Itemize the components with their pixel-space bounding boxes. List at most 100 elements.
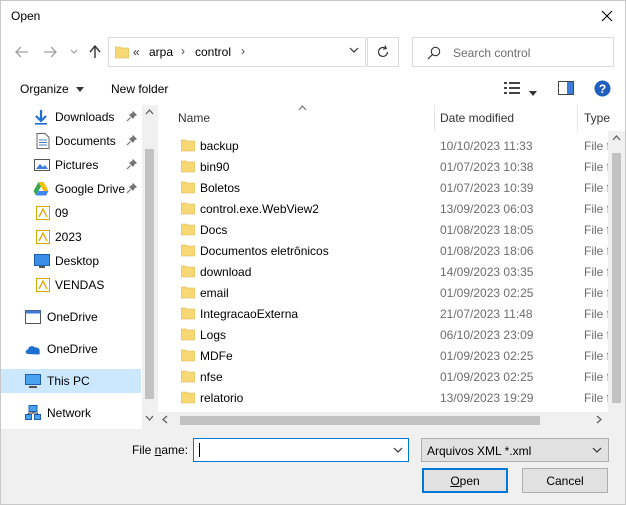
sidebar-item-documents[interactable]: Documents: [1, 129, 141, 153]
pin-icon[interactable]: [126, 134, 138, 146]
pin-icon[interactable]: [126, 182, 138, 194]
file-date-modified: 01/08/2023 18:05: [440, 223, 534, 237]
file-name-label: File name:: [132, 443, 189, 457]
sidebar-item-onedrive[interactable]: OneDrive: [1, 305, 141, 329]
sidebar-item-this-pc[interactable]: This PC: [1, 369, 141, 393]
table-row[interactable]: download 14/09/2023 03:35 File f: [158, 261, 608, 282]
column-date-modified[interactable]: Date modified: [440, 111, 514, 125]
sidebar-item-google-drive[interactable]: Google Drive: [1, 177, 141, 201]
scroll-up-icon[interactable]: [612, 135, 621, 141]
chevron-down-icon: [76, 87, 85, 93]
scroll-left-icon[interactable]: [162, 415, 168, 424]
folder-icon: [115, 46, 129, 59]
vertical-scroll-thumb[interactable]: [612, 153, 621, 403]
table-row[interactable]: relatorio 13/09/2023 19:29 File f: [158, 387, 608, 408]
file-date-modified: 13/09/2023 06:03: [440, 202, 534, 216]
file-name-input[interactable]: [198, 442, 388, 458]
sidebar-item-downloads[interactable]: Downloads: [1, 105, 141, 129]
address-bar[interactable]: « arpa › control ›: [108, 37, 366, 67]
view-dropdown-button[interactable]: [529, 85, 537, 99]
file-type-value: Arquivos XML *.xml: [427, 444, 532, 458]
search-input[interactable]: Search control: [453, 46, 530, 60]
folder-icon: [181, 244, 195, 257]
chevron-down-icon: [529, 91, 537, 96]
forward-arrow-icon: [44, 46, 57, 58]
folder-icon: [181, 160, 195, 173]
scroll-down-icon[interactable]: [145, 415, 154, 421]
file-type: File f: [584, 265, 608, 279]
sidebar-item-label: Desktop: [55, 254, 100, 268]
table-row[interactable]: control.exe.WebView2 13/09/2023 06:03 File…: [158, 198, 608, 219]
new-folder-button[interactable]: New folder: [111, 82, 168, 96]
sidebar-item-onedrive-personal[interactable]: OneDrive: [1, 337, 141, 361]
address-overflow[interactable]: «: [133, 45, 140, 59]
column-name[interactable]: Name: [178, 111, 210, 125]
horizontal-scroll-thumb[interactable]: [180, 416, 540, 425]
file-list-horizontal-scrollbar[interactable]: [158, 412, 608, 429]
table-row[interactable]: bin90 01/07/2023 10:38 File f: [158, 156, 608, 177]
recent-locations-button[interactable]: [65, 41, 83, 63]
table-row[interactable]: IntegracaoExterna 21/07/2023 11:48 File f: [158, 303, 608, 324]
column-type[interactable]: Type: [584, 111, 610, 125]
back-button[interactable]: [13, 41, 31, 63]
folder-icon: [181, 181, 195, 194]
sidebar-scroll-thumb[interactable]: [145, 149, 154, 399]
up-arrow-icon: [89, 45, 101, 58]
forward-button[interactable]: [41, 41, 59, 63]
scroll-right-icon[interactable]: [596, 415, 602, 424]
address-segment-control[interactable]: control: [195, 45, 231, 59]
sidebar-item-pictures[interactable]: Pictures: [1, 153, 141, 177]
file-name: backup: [200, 139, 239, 153]
chevron-down-icon[interactable]: [349, 47, 359, 54]
table-row[interactable]: Docs 01/08/2023 18:05 File f: [158, 219, 608, 240]
table-row[interactable]: backup 10/10/2023 11:33 File f: [158, 135, 608, 156]
folder-icon: [181, 223, 195, 236]
column-divider[interactable]: [434, 105, 435, 131]
address-separator-icon[interactable]: ›: [241, 44, 245, 58]
folder-icon: [181, 139, 195, 152]
scroll-up-icon[interactable]: [145, 109, 154, 115]
pin-icon[interactable]: [126, 158, 138, 170]
search-box[interactable]: Search control: [412, 37, 614, 67]
table-row[interactable]: nfse 01/09/2023 02:25 File f: [158, 366, 608, 387]
column-divider[interactable]: [577, 105, 578, 131]
view-options-button[interactable]: [504, 81, 520, 98]
sidebar-item-desktop[interactable]: Desktop: [1, 249, 141, 273]
chevron-down-icon[interactable]: [393, 447, 403, 453]
refresh-button[interactable]: [367, 37, 399, 67]
file-name: IntegracaoExterna: [200, 307, 299, 321]
file-name: MDFe: [200, 349, 233, 363]
address-segment-arpa[interactable]: arpa: [149, 45, 173, 59]
navigation-bar: « arpa › control › Search control: [1, 31, 625, 73]
file-name-combobox[interactable]: [193, 438, 409, 462]
file-type: File f: [584, 307, 608, 321]
text-caret: [199, 443, 200, 457]
preview-pane-button[interactable]: [558, 81, 574, 98]
table-row[interactable]: MDFe 01/09/2023 02:25 File f: [158, 345, 608, 366]
table-row[interactable]: Documentos eletrônicos 01/08/2023 18:06 Fi…: [158, 240, 608, 261]
table-row[interactable]: Logs 06/10/2023 23:09 File f: [158, 324, 608, 345]
sidebar-scrollbar[interactable]: [142, 105, 157, 429]
file-type: File f: [584, 139, 608, 153]
table-row[interactable]: email 01/09/2023 02:25 File f: [158, 282, 608, 303]
organize-button[interactable]: Organize: [20, 82, 85, 96]
svg-text:?: ?: [599, 82, 606, 96]
sidebar-item-09[interactable]: 09: [1, 201, 141, 225]
sidebar-item-label: Downloads: [55, 110, 115, 124]
file-list-vertical-scrollbar[interactable]: [608, 131, 625, 412]
file-type-select[interactable]: Arquivos XML *.xml: [421, 438, 609, 462]
sidebar-item-vendas[interactable]: VENDAS: [1, 273, 141, 297]
sidebar-item-2023[interactable]: 2023: [1, 225, 141, 249]
file-name: download: [200, 265, 252, 279]
pin-icon[interactable]: [126, 110, 138, 122]
up-button[interactable]: [86, 41, 104, 63]
file-name: Documentos eletrônicos: [200, 244, 329, 258]
help-button[interactable]: ?: [594, 80, 611, 100]
close-button[interactable]: [593, 2, 621, 30]
cancel-button[interactable]: Cancel: [522, 468, 608, 493]
sidebar-item-network[interactable]: Network: [1, 401, 141, 425]
address-separator-icon[interactable]: ›: [181, 44, 185, 58]
table-row[interactable]: Boletos 01/07/2023 10:39 File f: [158, 177, 608, 198]
search-icon: [427, 46, 441, 60]
open-button[interactable]: Open: [422, 468, 508, 493]
